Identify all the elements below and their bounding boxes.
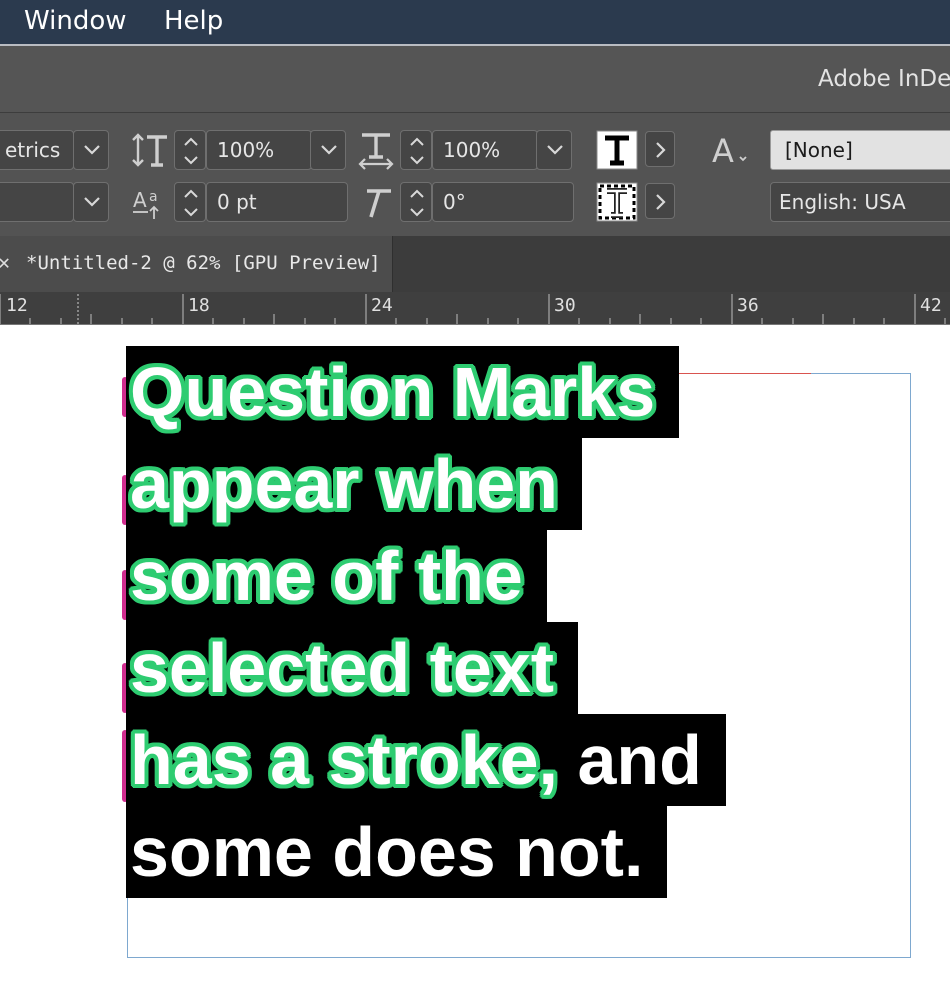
vertical-scale-dropdown[interactable] — [310, 130, 346, 170]
svg-text:A: A — [133, 188, 147, 212]
vertical-scale-input[interactable]: 100% — [206, 130, 312, 170]
app-title: Adobe InDe — [818, 66, 950, 92]
plain-text: and — [558, 721, 702, 799]
horizontal-ruler[interactable]: 12 18 24 30 36 42 — [0, 292, 950, 325]
vertical-scale-icon — [132, 133, 167, 167]
stroked-text: appear when — [130, 445, 558, 523]
selected-text-block[interactable]: Question Marks appear when some of the s… — [126, 346, 950, 898]
stroke-type-icon[interactable] — [596, 182, 638, 222]
close-icon[interactable]: ✕ — [0, 250, 10, 274]
stroked-text: has a stroke, — [130, 721, 558, 799]
fill-type-menu-button[interactable] — [645, 131, 675, 167]
menu-window[interactable]: Window — [24, 6, 127, 36]
baseline-shift-input[interactable]: 0 pt — [206, 182, 348, 222]
menu-bar: Window Help — [0, 0, 950, 44]
ruler-label: 30 — [554, 295, 576, 316]
text-line: some does not. — [126, 806, 668, 898]
stepper-arrows-icon — [410, 189, 424, 217]
chevron-down-icon — [84, 197, 100, 207]
skew-input[interactable]: 0° — [432, 182, 574, 222]
ruler-label: 36 — [737, 295, 759, 316]
char-style-icon: A — [712, 133, 747, 167]
app-title-bar: Adobe InDe — [0, 46, 950, 112]
horizontal-scale-dropdown[interactable] — [536, 130, 572, 170]
character-control-panel: etrics 100% A a 0 pt 100% 0° A [None] En… — [0, 112, 950, 237]
document-tab-bar: ✕ *Untitled-2 @ 62% [GPU Preview] — [0, 236, 950, 292]
fill-type-icon[interactable] — [596, 130, 638, 170]
chevron-down-icon — [321, 145, 337, 155]
chevron-right-icon — [656, 194, 666, 210]
svg-text:a: a — [149, 189, 158, 205]
language-select[interactable]: English: USA — [770, 182, 950, 222]
kerning-field[interactable]: etrics — [0, 130, 74, 170]
ruler-label: 12 — [6, 295, 28, 316]
stroked-text: some of the — [130, 537, 523, 615]
kerning-dropdown[interactable] — [73, 130, 109, 170]
text-line: selected text — [126, 622, 579, 714]
document-canvas[interactable]: Question Marks appear when some of the s… — [0, 325, 950, 996]
stroked-text: Question Marks — [130, 353, 656, 431]
horizontal-scale-icon — [358, 133, 394, 170]
horizontal-scale-input[interactable]: 100% — [432, 130, 538, 170]
text-line: appear when — [126, 438, 582, 530]
tracking-field[interactable] — [0, 182, 74, 222]
ruler-label: 24 — [371, 295, 393, 316]
chevron-down-icon — [547, 145, 563, 155]
plain-text: some does not. — [130, 813, 644, 891]
text-line: some of the — [126, 530, 547, 622]
document-tab-title: *Untitled-2 @ 62% [GPU Preview] — [26, 252, 381, 274]
stepper-arrows-icon — [410, 137, 424, 165]
skew-stepper[interactable] — [400, 182, 432, 222]
ruler-label: 18 — [188, 295, 210, 316]
ruler-label: 42 — [920, 295, 942, 316]
chevron-down-icon — [84, 145, 100, 155]
tracking-dropdown[interactable] — [73, 182, 109, 222]
menu-help[interactable]: Help — [164, 6, 223, 36]
baseline-shift-stepper[interactable] — [174, 182, 206, 222]
document-tab[interactable]: ✕ *Untitled-2 @ 62% [GPU Preview] — [0, 236, 393, 292]
character-style-select[interactable]: [None] — [770, 130, 950, 170]
ruler-ticks — [0, 294, 946, 324]
stepper-arrows-icon — [184, 137, 198, 165]
stepper-arrows-icon — [184, 189, 198, 217]
stroked-text: selected text — [130, 629, 555, 707]
text-line: has a stroke, and — [126, 714, 726, 806]
text-line: Question Marks — [126, 346, 680, 438]
stroke-type-menu-button[interactable] — [645, 183, 675, 219]
skew-icon — [367, 189, 391, 218]
chevron-right-icon — [656, 142, 666, 158]
horizontal-scale-stepper[interactable] — [400, 130, 432, 170]
baseline-shift-icon: A a — [133, 188, 159, 219]
svg-text:A: A — [712, 133, 734, 167]
vertical-scale-stepper[interactable] — [174, 130, 206, 170]
